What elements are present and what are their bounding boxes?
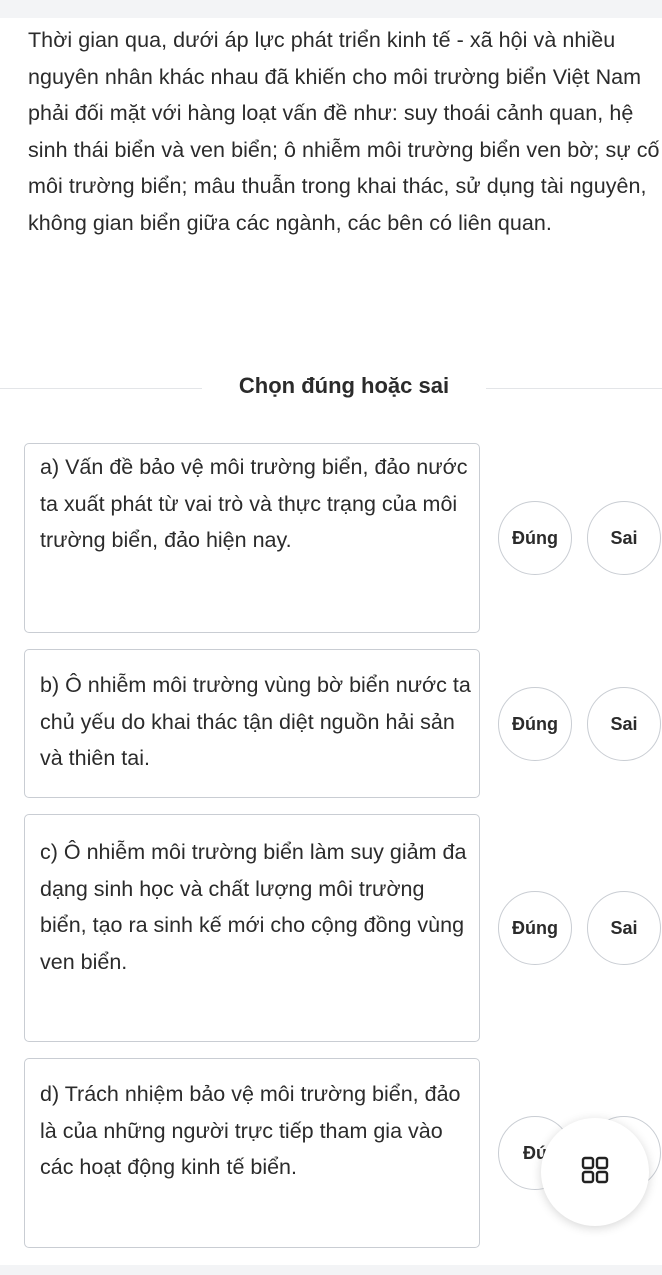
- statement-text-d: d) Trách nhiệm bảo vệ môi trường biển, đ…: [40, 1082, 461, 1179]
- true-button-a[interactable]: Đúng: [498, 501, 572, 575]
- question-grid-button[interactable]: [541, 1118, 649, 1226]
- bottom-band: [0, 1265, 662, 1275]
- statement-card-a: a) Vấn đề bảo vệ môi trường biển, đảo nư…: [24, 443, 480, 633]
- statement-text-b: b) Ô nhiễm môi trường vùng bờ biển nước …: [40, 673, 471, 770]
- statement-text-a: a) Vấn đề bảo vệ môi trường biển, đảo nư…: [40, 455, 468, 552]
- reading-passage: Thời gian qua, dưới áp lực phát triển ki…: [28, 28, 660, 235]
- statement-card-c: c) Ô nhiễm môi trường biển làm suy giảm …: [24, 814, 480, 1042]
- statement-card-b: b) Ô nhiễm môi trường vùng bờ biển nước …: [24, 649, 480, 798]
- true-button-b[interactable]: Đúng: [498, 687, 572, 761]
- grid-icon: [581, 1156, 609, 1189]
- statement-card-d: d) Trách nhiệm bảo vệ môi trường biển, đ…: [24, 1058, 480, 1248]
- statement-text-c: c) Ô nhiễm môi trường biển làm suy giảm …: [40, 840, 467, 974]
- section-title: Chọn đúng hoặc sai: [238, 373, 450, 398]
- false-button-b[interactable]: Sai: [587, 687, 661, 761]
- true-button-c[interactable]: Đúng: [498, 891, 572, 965]
- section-divider: Chọn đúng hoặc sai: [0, 366, 662, 406]
- false-button-c[interactable]: Sai: [587, 891, 661, 965]
- false-button-a[interactable]: Sai: [587, 501, 661, 575]
- divider-line-right: [486, 388, 662, 389]
- top-band: [0, 0, 662, 18]
- divider-line-left: [0, 388, 202, 389]
